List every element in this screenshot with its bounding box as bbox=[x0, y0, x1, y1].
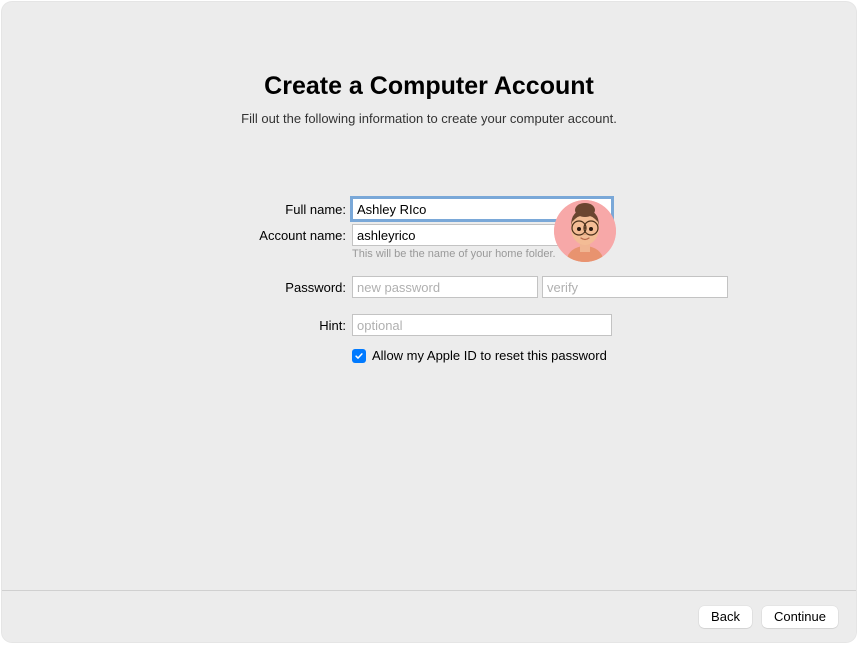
allow-reset-row: Allow my Apple ID to reset this password bbox=[352, 348, 612, 363]
continue-button[interactable]: Continue bbox=[762, 606, 838, 628]
page-title: Create a Computer Account bbox=[2, 72, 856, 101]
password-row bbox=[352, 276, 612, 298]
avatar[interactable] bbox=[554, 200, 616, 262]
allow-reset-label: Allow my Apple ID to reset this password bbox=[372, 348, 607, 363]
new-password-input[interactable] bbox=[352, 276, 538, 298]
hint-input[interactable] bbox=[352, 314, 612, 336]
hint-label: Hint: bbox=[246, 318, 346, 333]
spacer bbox=[246, 302, 612, 310]
account-name-label: Account name: bbox=[246, 228, 346, 243]
form-wrapper: Full name: Account name: This will be th… bbox=[2, 198, 856, 363]
back-button[interactable]: Back bbox=[699, 606, 752, 628]
footer: Back Continue bbox=[2, 590, 856, 642]
password-label: Password: bbox=[246, 280, 346, 295]
setup-window: Create a Computer Account Fill out the f… bbox=[2, 2, 856, 642]
page-subtitle: Fill out the following information to cr… bbox=[2, 111, 856, 126]
content-area: Create a Computer Account Fill out the f… bbox=[2, 2, 856, 363]
full-name-label: Full name: bbox=[246, 202, 346, 217]
checkmark-icon bbox=[354, 351, 364, 361]
memoji-icon bbox=[554, 200, 616, 262]
verify-password-input[interactable] bbox=[542, 276, 728, 298]
allow-reset-checkbox[interactable] bbox=[352, 349, 366, 363]
